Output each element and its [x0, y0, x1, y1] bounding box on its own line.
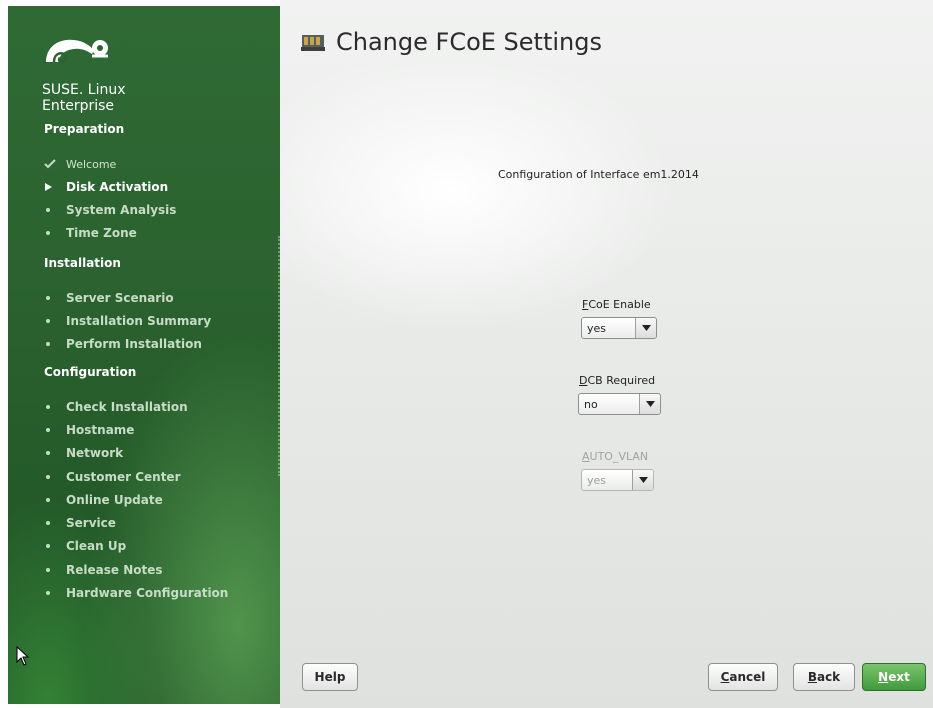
chevron-down-icon [632, 470, 653, 490]
bullet-icon [46, 544, 50, 548]
chevron-down-icon[interactable] [635, 318, 656, 338]
page-title-text: Change FCoE Settings [336, 28, 602, 56]
brand-line1: SUSE. Linux [42, 82, 126, 98]
select-value: yes [587, 321, 607, 335]
step-installation-summary: Installation Summary [44, 313, 211, 329]
label-rest: CoE Enable [588, 298, 651, 311]
bullet-icon [46, 498, 50, 502]
mnemonic: A [582, 450, 590, 463]
mnemonic: N [878, 670, 889, 684]
select-value: no [584, 397, 598, 411]
auto-vlan-select: yes [581, 469, 654, 491]
brand-name: SUSE. Linux Enterprise [42, 82, 126, 114]
bullet-icon [46, 319, 50, 323]
auto-vlan-label: AUTO_VLAN [582, 450, 648, 463]
label-rest: UTO_VLAN [589, 450, 649, 463]
step-check-installation: Check Installation [44, 399, 188, 415]
step-system-analysis: System Analysis [44, 202, 176, 218]
step-network: Network [44, 445, 123, 461]
bullet-icon [46, 475, 50, 479]
bullet-icon [46, 208, 50, 212]
mouse-pointer-icon [16, 645, 30, 670]
label-rest: CB Required [587, 374, 656, 387]
network-card-icon [300, 31, 326, 53]
step-label: Network [66, 446, 124, 460]
bullet-icon [46, 591, 50, 595]
step-clean-up: Clean Up [44, 538, 126, 554]
step-label: Server Scenario [66, 291, 174, 305]
brand-line2: Enterprise [42, 98, 115, 114]
section-title-configuration: Configuration [44, 365, 137, 379]
installer-screen: SUSE. Linux Enterprise Preparation Welco… [0, 0, 933, 708]
step-time-zone: Time Zone [44, 225, 137, 241]
step-label: Hardware Configuration [66, 586, 229, 600]
cancel-button[interactable]: Cancel [708, 663, 778, 691]
mnemonic: C [720, 670, 730, 684]
main-panel: Change FCoE Settings Configuration of In… [280, 0, 933, 708]
select-value: yes [587, 473, 607, 487]
step-customer-center: Customer Center [44, 469, 181, 485]
bullet-icon [46, 296, 50, 300]
step-label: Hostname [66, 423, 135, 437]
help-button[interactable]: Help [302, 663, 358, 691]
chevron-down-icon[interactable] [639, 394, 660, 414]
page-title: Change FCoE Settings [300, 28, 602, 56]
button-label-rest: ancel [729, 670, 766, 684]
fcoe-enable-select[interactable]: yes [581, 317, 657, 339]
bullet-icon [46, 405, 50, 409]
step-label: Welcome [66, 157, 117, 171]
step-service: Service [44, 515, 116, 531]
step-label: Time Zone [66, 226, 137, 240]
sidebar: SUSE. Linux Enterprise Preparation Welco… [8, 6, 280, 704]
button-label-rest: ack [816, 670, 841, 684]
step-disk-activation: Disk Activation [44, 179, 168, 195]
bullet-icon [46, 521, 50, 525]
step-label: Installation Summary [66, 314, 212, 328]
step-label: Check Installation [66, 400, 188, 414]
bullet-icon [46, 451, 50, 455]
step-label: Customer Center [66, 470, 181, 484]
bullet-icon [46, 342, 50, 346]
step-hostname: Hostname [44, 422, 134, 438]
step-label: Disk Activation [66, 180, 169, 194]
step-label: Online Update [66, 493, 163, 507]
suse-logo-icon [42, 32, 112, 68]
section-title-installation: Installation [44, 256, 121, 270]
section-title-preparation: Preparation [44, 122, 125, 136]
bullet-icon [46, 231, 50, 235]
check-icon [44, 159, 66, 169]
triangle-right-icon [44, 182, 66, 192]
dcb-required-label: DCB Required [579, 374, 655, 387]
step-online-update: Online Update [44, 492, 163, 508]
back-button[interactable]: Back [793, 663, 855, 691]
bullet-icon [46, 428, 50, 432]
step-server-scenario: Server Scenario [44, 290, 174, 306]
step-label: Perform Installation [66, 337, 202, 351]
bullet-icon [46, 568, 50, 572]
button-label-rest: ext [888, 670, 910, 684]
step-label: Service [66, 516, 116, 530]
next-button[interactable]: Next [862, 663, 926, 691]
step-hardware-configuration: Hardware Configuration [44, 585, 228, 601]
interface-label: Configuration of Interface em1.2014 [498, 168, 699, 181]
step-label: System Analysis [66, 203, 177, 217]
step-label: Release Notes [66, 563, 163, 577]
step-release-notes: Release Notes [44, 562, 163, 578]
fcoe-enable-label: FCoE Enable [582, 298, 651, 311]
step-perform-installation: Perform Installation [44, 336, 202, 352]
step-label: Clean Up [66, 539, 127, 553]
dcb-required-select[interactable]: no [578, 393, 661, 415]
step-welcome: Welcome [44, 156, 116, 172]
mnemonic: B [807, 670, 817, 684]
